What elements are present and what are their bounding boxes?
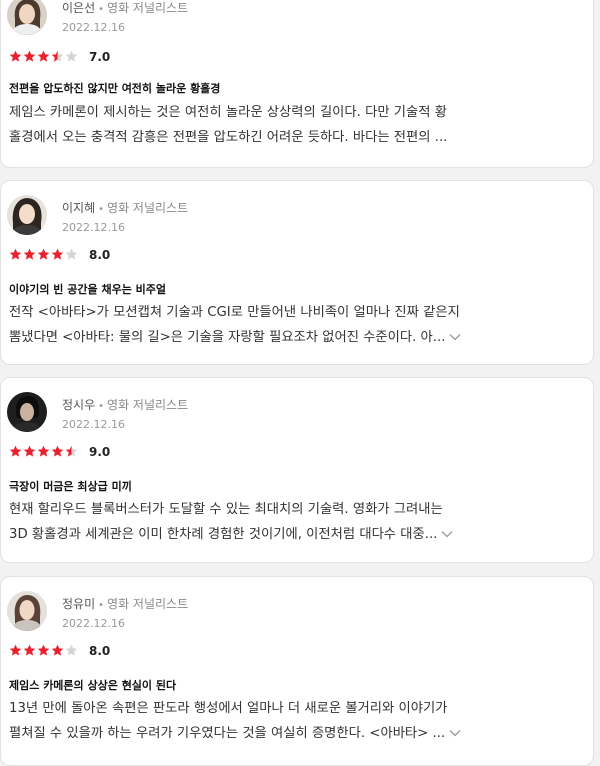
rating: 8.0 (9, 643, 110, 659)
separator-dot: • (98, 401, 105, 412)
star-rating (9, 246, 79, 265)
review-date: 2022.12.16 (62, 21, 125, 34)
chevron-down-icon[interactable] (441, 530, 453, 538)
author-role: 영화 저널리스트 (107, 201, 189, 215)
rating-score: 9.0 (89, 445, 111, 459)
review-body[interactable]: 현재 할리우드 블록버스터가 도달할 수 있는 최대치의 기술력. 영화가 그려… (9, 497, 569, 547)
star-icon (37, 644, 50, 656)
review-body-text: 펼쳐질 수 있을까 하는 우려가 기우였다는 것을 여실히 증명한다. <아바타… (9, 726, 446, 741)
review-body-line: 뽐냈다면 <아바타: 물의 길>은 기술을 자랑할 필요조차 없어진 수준이다.… (9, 325, 569, 350)
separator-dot: • (98, 204, 105, 215)
author-row: 이은선 • 영화 저널리스트 (62, 0, 188, 16)
review-date: 2022.12.16 (62, 418, 125, 431)
star-icon (51, 248, 64, 260)
rating-score: 8.0 (89, 644, 111, 658)
review-card: 정시우 • 영화 저널리스트 2022.12.16 9.0 극장이 머금은 최상급 … (0, 377, 594, 563)
separator-dot: • (98, 600, 105, 611)
avatar[interactable] (7, 392, 47, 432)
review-body-line: 홀경에서 오는 충격적 감흥은 전편을 압도하긴 어려운 듯하다. 바다는 전편… (9, 125, 569, 150)
review-feed: 이은선 • 영화 저널리스트 2022.12.16 7.0 전편을 압도하진 않지만… (0, 0, 600, 766)
rating-score: 8.0 (89, 248, 111, 262)
review-headline: 극장이 머금은 최상급 미끼 (9, 480, 132, 493)
review-body-line: 전작 <아바타>가 모션캡쳐 기술과 CGI로 만들어낸 나비족이 얼마나 진짜… (9, 305, 460, 320)
review-body-text: 뽐냈다면 <아바타: 물의 길>은 기술을 자랑할 필요조차 없어진 수준이다.… (9, 330, 446, 345)
star-icon (9, 248, 22, 260)
review-body-line: 현재 할리우드 블록버스터가 도달할 수 있는 최대치의 기술력. 영화가 그려… (9, 502, 443, 517)
review-card: 이은선 • 영화 저널리스트 2022.12.16 7.0 전편을 압도하진 않지만… (0, 0, 594, 168)
author-row: 정유미 • 영화 저널리스트 (62, 595, 188, 612)
star-icon (37, 50, 50, 62)
star-icon (65, 50, 78, 62)
review-body-text: 홀경에서 오는 충격적 감흥은 전편을 압도하긴 어려운 듯하다. 바다는 전편… (9, 130, 448, 145)
star-icon (51, 644, 64, 656)
author-name[interactable]: 이은선 (62, 1, 95, 15)
star-rating (9, 642, 79, 661)
author-role: 영화 저널리스트 (107, 398, 189, 412)
author-role: 영화 저널리스트 (107, 597, 189, 611)
review-headline: 제임스 카메론의 상상은 현실이 된다 (9, 679, 177, 692)
star-icon (65, 248, 78, 260)
avatar[interactable] (7, 195, 47, 235)
star-icon (9, 50, 22, 62)
review-card: 정유미 • 영화 저널리스트 2022.12.16 8.0 제임스 카메론의 상상은… (0, 576, 594, 766)
star-rating (9, 48, 79, 67)
star-icon (37, 445, 50, 457)
star-icon (9, 445, 22, 457)
star-icon (23, 248, 36, 260)
avatar[interactable] (7, 0, 47, 35)
star-icon (37, 248, 50, 260)
author-name[interactable]: 정유미 (62, 597, 95, 611)
review-body[interactable]: 13년 만에 돌아온 속편은 판도라 행성에서 얼마나 더 새로운 볼거리와 이… (9, 696, 569, 746)
star-icon (51, 50, 64, 62)
review-date: 2022.12.16 (62, 617, 125, 630)
avatar[interactable] (7, 591, 47, 631)
star-rating (9, 443, 79, 462)
chevron-down-icon[interactable] (449, 333, 461, 341)
author-name[interactable]: 정시우 (62, 398, 95, 412)
author-name[interactable]: 이지혜 (62, 201, 95, 215)
star-icon (9, 644, 22, 656)
review-body-line: 3D 황홀경과 세계관은 이미 한차례 경험한 것이기에, 이전처럼 대다수 대… (9, 522, 569, 547)
review-headline: 이야기의 빈 공간을 채우는 비주얼 (9, 283, 166, 296)
review-date: 2022.12.16 (62, 221, 125, 234)
rating: 9.0 (9, 444, 110, 460)
star-icon (23, 50, 36, 62)
rating: 8.0 (9, 247, 110, 263)
rating: 7.0 (9, 49, 110, 65)
author-row: 정시우 • 영화 저널리스트 (62, 396, 188, 413)
separator-dot: • (98, 4, 105, 15)
chevron-down-icon[interactable] (449, 729, 461, 737)
review-body-line: 13년 만에 돌아온 속편은 판도라 행성에서 얼마나 더 새로운 볼거리와 이… (9, 701, 448, 716)
rating-score: 7.0 (89, 50, 111, 64)
review-headline: 전편을 압도하진 않지만 여전히 놀라운 황홀경 (9, 82, 221, 95)
author-row: 이지혜 • 영화 저널리스트 (62, 199, 188, 216)
star-icon (65, 644, 78, 656)
star-icon (23, 445, 36, 457)
review-card: 이지혜 • 영화 저널리스트 2022.12.16 8.0 이야기의 빈 공간을 채… (0, 180, 594, 365)
star-icon (65, 445, 78, 457)
author-role: 영화 저널리스트 (107, 1, 189, 15)
review-body-line: 제임스 카메론이 제시하는 것은 여전히 놀라운 상상력의 길이다. 다만 기술… (9, 105, 447, 120)
review-body[interactable]: 전작 <아바타>가 모션캡쳐 기술과 CGI로 만들어낸 나비족이 얼마나 진짜… (9, 300, 569, 350)
review-body[interactable]: 제임스 카메론이 제시하는 것은 여전히 놀라운 상상력의 길이다. 다만 기술… (9, 100, 569, 150)
star-icon (51, 445, 64, 457)
review-body-line: 펼쳐질 수 있을까 하는 우려가 기우였다는 것을 여실히 증명한다. <아바타… (9, 721, 569, 746)
star-icon (23, 644, 36, 656)
review-body-text: 3D 황홀경과 세계관은 이미 한차례 경험한 것이기에, 이전처럼 대다수 대… (9, 527, 438, 542)
